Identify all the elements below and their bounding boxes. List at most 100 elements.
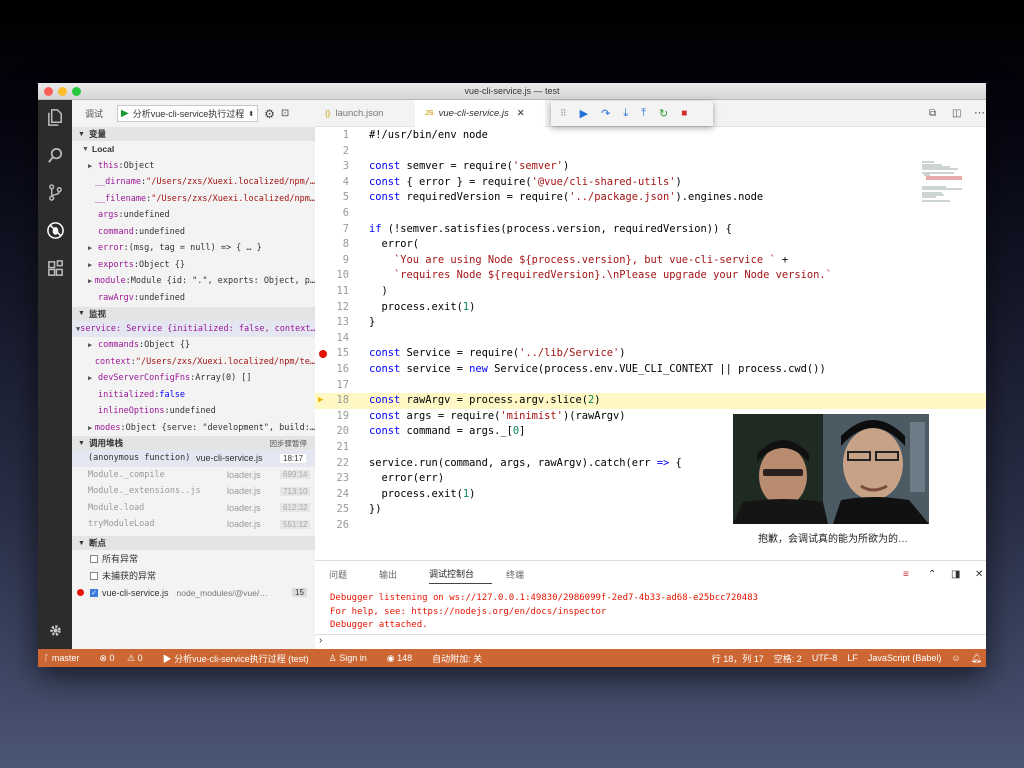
checkbox[interactable] <box>90 554 98 563</box>
debug-config-status[interactable]: ▶ 分析vue-cli-service执行过程 (test) <box>163 652 319 665</box>
stop-icon[interactable]: ■ <box>681 108 687 119</box>
watch-header[interactable]: ▼ 监视 <box>72 306 315 321</box>
stack-frame[interactable]: Module._extensions..js loader.js 713:10 <box>72 483 315 500</box>
variable-row[interactable]: inlineOptions: undefined <box>72 403 315 420</box>
chevron-up-icon[interactable]: ⌃ <box>928 569 936 580</box>
variable-row[interactable]: args: undefined <box>72 207 315 224</box>
checkbox-checked[interactable]: ✓ <box>90 588 98 597</box>
tab-output[interactable]: 输出 <box>379 568 415 581</box>
toggle-panel-icon[interactable]: ◨ <box>951 569 960 580</box>
breakpoint-file-entry[interactable]: ✓ vue-cli-service.js node_modules/@vue/…… <box>72 584 315 601</box>
code-line[interactable]: 12 process.exit(1) <box>315 300 986 316</box>
code-line[interactable]: 8 error( <box>315 237 986 253</box>
code-line[interactable]: 7 if (!semver.satisfies(process.version, … <box>315 222 986 238</box>
variable-row[interactable]: ▶ modes: Object {serve: "development", bu… <box>72 420 315 437</box>
checkbox[interactable] <box>90 571 98 580</box>
restart-icon[interactable]: ↻ <box>659 107 668 120</box>
watch-root[interactable]: ▼ service: Service {initialized: false, c… <box>72 320 315 337</box>
variable-row[interactable]: ▶ commands: Object {} <box>72 337 315 354</box>
stack-frame[interactable]: tryModuleLoad loader.js 551:12 <box>72 516 315 533</box>
debug-icon[interactable] <box>45 220 65 240</box>
stack-frame[interactable]: Module.load loader.js 612:32 <box>72 500 315 517</box>
cursor-position[interactable]: 行 18，列 17 <box>712 652 764 665</box>
console-icon[interactable]: ⊡ <box>281 108 289 119</box>
variable-row[interactable]: ▶ exports: Object {} <box>72 257 315 274</box>
code-line[interactable]: 5 const requiredVersion = require('../pac… <box>315 190 986 206</box>
gear-icon[interactable] <box>45 620 65 640</box>
feedback-icon[interactable]: ☺ <box>951 653 960 663</box>
language-mode[interactable]: JavaScript (Babel) <box>868 653 942 663</box>
code-line[interactable]: 15 const Service = require('../lib/Servic… <box>315 346 986 362</box>
more-actions-icon[interactable]: ⋯ <box>974 106 985 119</box>
code-line[interactable]: 17 <box>315 378 986 394</box>
drag-handle-icon[interactable]: ⠿ <box>560 108 567 119</box>
stack-frame[interactable]: (anonymous function) vue-cli-service.js 18… <box>72 450 315 467</box>
extensions-icon[interactable] <box>45 258 65 278</box>
branch-indicator[interactable]: ᚴ master <box>44 653 89 663</box>
step-out-icon[interactable]: ⤒ <box>641 107 646 120</box>
start-debug-icon[interactable]: ▶ <box>121 108 129 119</box>
variable-row[interactable]: ▶ module: Module {id: ".", exports: Objec… <box>72 273 315 290</box>
gear-icon[interactable]: ⚙ <box>264 107 275 121</box>
variable-row[interactable]: initialized: false <box>72 387 315 404</box>
variable-row[interactable]: context: "/Users/zxs/Xuexi.localized/npm… <box>72 354 315 371</box>
eol[interactable]: LF <box>847 653 858 663</box>
breakpoint-all-exceptions[interactable]: 所有异常 <box>72 550 315 567</box>
tab-terminal[interactable]: 终端 <box>506 568 542 581</box>
code-line[interactable]: 11 ) <box>315 284 986 300</box>
line-number: 26 <box>336 519 349 531</box>
signin-status[interactable]: ♙ Sign in <box>329 653 377 664</box>
line-number: 23 <box>336 472 349 485</box>
views-status[interactable]: ◉ 148 <box>387 653 422 664</box>
code-line[interactable]: 13} <box>315 315 986 331</box>
close-icon[interactable]: ✕ <box>975 569 983 580</box>
stack-frame[interactable]: Module._compile loader.js 699:14 <box>72 467 315 484</box>
variable-row[interactable]: ▶ error: (msg, tag = null) => { … } <box>72 240 315 257</box>
indentation[interactable]: 空格: 2 <box>774 652 802 665</box>
variable-row[interactable]: __filename: "/Users/zxs/Xuexi.localized/… <box>72 191 315 208</box>
repl-input[interactable]: › <box>315 634 986 650</box>
tab-launch-json[interactable]: {} launch.json <box>315 100 415 127</box>
encoding[interactable]: UTF-8 <box>812 653 838 663</box>
tab-debug-console[interactable]: 调试控制台 <box>429 567 493 584</box>
notifications-icon[interactable]: 🔔︎ <box>971 653 982 664</box>
code-line[interactable]: 3 const semver = require('semver') <box>315 159 986 175</box>
tab-vue-cli-service-js[interactable]: JS vue-cli-service.js ✕ <box>415 100 545 127</box>
line-number: 1 <box>342 129 349 141</box>
variable-row[interactable]: rawArgv: undefined <box>72 290 315 306</box>
files-icon[interactable] <box>45 107 65 127</box>
callstack-header[interactable]: ▼ 调用堆栈 因步骤暂停 <box>72 436 315 450</box>
code-line[interactable]: 1 #!/usr/bin/env node <box>315 128 986 144</box>
breakpoint-uncaught-exceptions[interactable]: 未捕获的异常 <box>72 567 315 584</box>
chevron-down-icon: ▼ <box>78 539 85 547</box>
auto-attach-status[interactable]: 自动附加: 关 <box>432 652 482 665</box>
close-icon[interactable]: ✕ <box>517 108 525 119</box>
code-line[interactable]: 2 <box>315 144 986 160</box>
variable-row[interactable]: ▶ devServerConfigFns: Array(0) [] <box>72 370 315 387</box>
code-line[interactable]: 18 const rawArgv = process.argv.slice(2) ▶ <box>315 393 986 409</box>
clear-console-icon[interactable]: ≡ <box>903 569 909 580</box>
variable-row[interactable]: ▶ this: Object <box>72 158 315 175</box>
variable-row[interactable]: command: undefined <box>72 224 315 241</box>
open-changes-icon[interactable]: ⧉ <box>929 108 936 119</box>
code-line[interactable]: 4 const { error } = require('@vue/cli-sha… <box>315 175 986 191</box>
tab-problems[interactable]: 问题 <box>329 568 365 581</box>
code-line[interactable]: 6 <box>315 206 986 222</box>
source-control-icon[interactable] <box>45 182 65 202</box>
variables-header[interactable]: ▼ 变量 <box>72 127 315 141</box>
launch-config-select[interactable]: ▶ 分析vue-cli-service执行过程 ⬍ <box>117 105 259 122</box>
breakpoints-header[interactable]: ▼ 断点 <box>72 536 315 550</box>
continue-icon[interactable]: ▶︎ <box>580 107 588 120</box>
code-line[interactable]: 10 `requires Node ${requiredVersion}.\nP… <box>315 268 986 284</box>
code-line[interactable]: 9 `You are using Node ${process.version}… <box>315 253 986 269</box>
code-line[interactable]: 14 <box>315 331 986 347</box>
step-over-icon[interactable]: ↷ <box>601 107 610 120</box>
variable-row[interactable]: __dirname: "/Users/zxs/Xuexi.localized/n… <box>72 174 315 191</box>
split-editor-icon[interactable]: ◫ <box>952 108 961 119</box>
step-into-icon[interactable]: ⤓ <box>623 107 628 120</box>
problems-indicator[interactable]: ⊗ 0 ⚠ 0 <box>99 653 152 664</box>
variable-value: undefined <box>138 226 186 237</box>
scope-local[interactable]: ▼ Local <box>72 141 315 158</box>
search-icon[interactable] <box>45 145 65 165</box>
code-line[interactable]: 16 const service = new Service(process.en… <box>315 362 986 378</box>
